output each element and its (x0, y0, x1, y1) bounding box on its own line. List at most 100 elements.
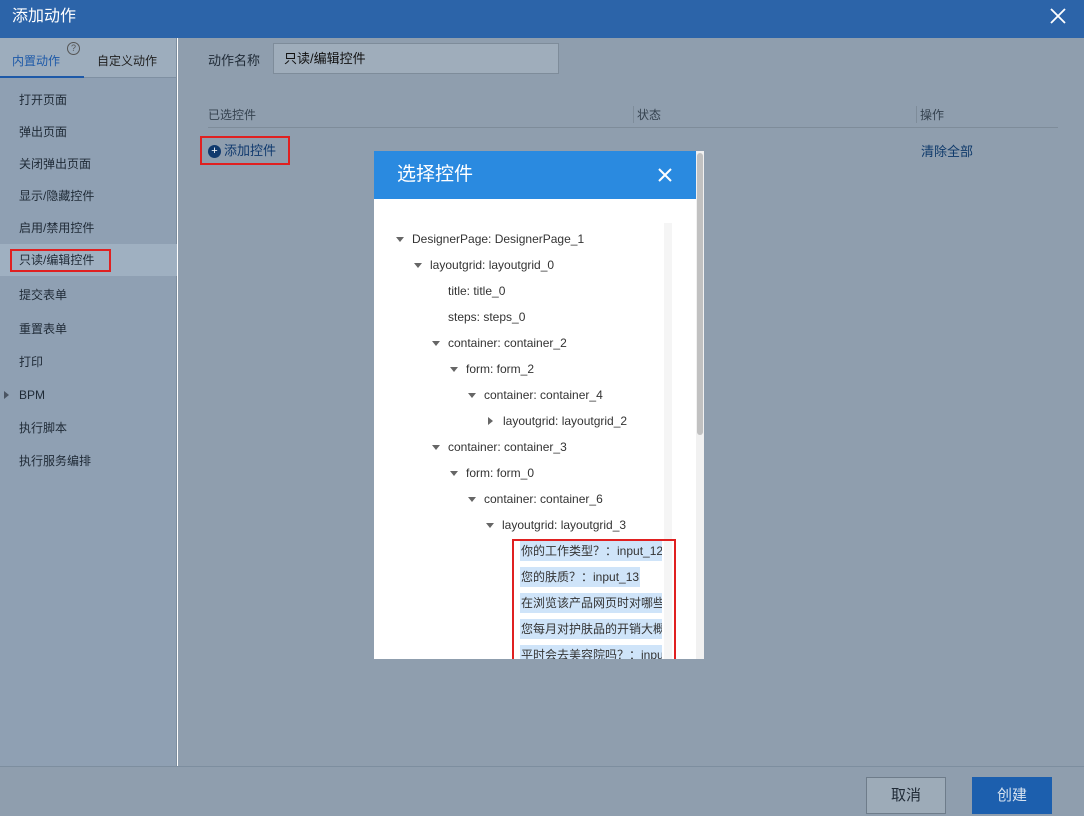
action-item-label: 打开页面 (19, 93, 68, 107)
tree-leaf-control[interactable]: 在浏览该产品网页时对哪些 (520, 593, 662, 613)
add-action-dialog: 添加动作 内置动作 ? 自定义动作 打开页面 弹出页面 关闭弹出页面 显示/隐藏… (0, 0, 1084, 816)
close-icon[interactable] (1048, 6, 1068, 26)
action-item-enable-disable[interactable]: 启用/禁用控件 (0, 212, 177, 244)
tree-node[interactable]: container: container_6 (468, 489, 603, 509)
tree-node-label: steps: steps_0 (448, 310, 526, 324)
caret-down-icon[interactable] (468, 393, 476, 398)
add-control-button[interactable]: + 添加控件 (200, 136, 290, 165)
modal-header: 选择控件 (374, 151, 696, 199)
tree-leaf-control[interactable]: 你的工作类型？：input_12 (520, 541, 662, 561)
column-status: 状态 (633, 106, 661, 123)
tree-node[interactable]: form: form_0 (450, 463, 534, 483)
tab-label: 内置动作 (12, 54, 61, 68)
tree-node-label: 您每月对护肤品的开销大概 (520, 619, 662, 639)
tree-node[interactable]: container: container_3 (432, 437, 567, 457)
caret-down-icon[interactable] (432, 341, 440, 346)
action-item-label: BPM (19, 388, 46, 402)
action-item-reset-form[interactable]: 重置表单 (0, 310, 177, 343)
clear-all-link[interactable]: 清除全部 (921, 141, 973, 160)
modal-title: 选择控件 (397, 164, 474, 185)
caret-right-icon[interactable] (488, 417, 493, 425)
plus-circle-icon: + (208, 145, 221, 158)
tree-node-label: form: form_0 (466, 466, 535, 480)
caret-down-icon[interactable] (414, 263, 422, 268)
action-item-label: 启用/禁用控件 (19, 221, 95, 235)
action-item-show-hide[interactable]: 显示/隐藏控件 (0, 180, 177, 212)
action-category-panel: 内置动作 ? 自定义动作 打开页面 弹出页面 关闭弹出页面 显示/隐藏控件 启用… (0, 38, 177, 766)
tree-node-label: container: container_4 (484, 388, 603, 402)
tree-leaf-control[interactable]: 您的肤质？：input_13 (520, 567, 641, 587)
tree-node[interactable]: container: container_4 (468, 385, 603, 405)
close-icon[interactable] (656, 166, 674, 184)
dialog-titlebar: 添加动作 (0, 0, 1084, 38)
column-selected-controls: 已选控件 (208, 108, 257, 122)
action-name-label: 动作名称 (208, 53, 261, 68)
action-item-label: 执行服务编排 (19, 454, 92, 468)
tree-node-label: 在浏览该产品网页时对哪些 (520, 593, 662, 613)
tree-node-label: 你的工作类型？：input_12 (520, 541, 662, 561)
tree-scrollbar[interactable] (664, 223, 672, 659)
action-item-submit-form[interactable]: 提交表单 (0, 276, 177, 310)
tree-node-label: layoutgrid: layoutgrid_2 (503, 414, 628, 428)
tree-node[interactable]: title: title_0 (448, 281, 505, 301)
tree-node-label: 您的肤质？：input_13 (520, 567, 641, 587)
dialog-footer: 取消 创建 (0, 766, 1084, 816)
tree-node[interactable]: form: form_2 (450, 359, 534, 379)
action-item-label: 打印 (19, 355, 44, 369)
tree-node-label: DesignerPage: DesignerPage_1 (412, 232, 585, 246)
tree-node[interactable]: container: container_2 (432, 333, 567, 353)
action-item-open-page[interactable]: 打开页面 (0, 84, 177, 116)
select-control-modal: 选择控件 DesignerPage: DesignerPage_1 layout… (374, 151, 704, 659)
tab-custom-actions[interactable]: 自定义动作 (97, 52, 157, 69)
tree-node[interactable]: DesignerPage: DesignerPage_1 (396, 229, 584, 249)
action-item-label: 弹出页面 (19, 125, 68, 139)
action-item-label: 只读/编辑控件 (19, 253, 95, 267)
cancel-button[interactable]: 取消 (866, 777, 946, 814)
action-item-label: 显示/隐藏控件 (19, 189, 95, 203)
help-icon[interactable]: ? (67, 42, 80, 55)
tree-node-label: title: title_0 (448, 284, 506, 298)
tree-node-label: layoutgrid: layoutgrid_0 (430, 258, 555, 272)
action-name-input[interactable]: 只读/编辑控件 (273, 43, 559, 74)
tab-label: 自定义动作 (97, 54, 158, 68)
action-list: 打开页面 弹出页面 关闭弹出页面 显示/隐藏控件 启用/禁用控件 只读/编辑控件… (0, 84, 177, 475)
caret-down-icon[interactable] (450, 471, 458, 476)
action-item-close-popup[interactable]: 关闭弹出页面 (0, 148, 177, 180)
action-item-label: 重置表单 (19, 322, 68, 336)
add-control-label: 添加控件 (224, 143, 277, 158)
tree-node-label: form: form_2 (466, 362, 535, 376)
action-item-label: 执行脚本 (19, 421, 68, 435)
tree-node[interactable]: layoutgrid: layoutgrid_0 (414, 255, 554, 275)
create-button[interactable]: 创建 (972, 777, 1052, 814)
action-item-label: 关闭弹出页面 (19, 157, 92, 171)
action-tabs: 内置动作 ? 自定义动作 (0, 38, 176, 78)
tree-node[interactable]: layoutgrid: layoutgrid_3 (486, 515, 626, 535)
action-item-popup-page[interactable]: 弹出页面 (0, 116, 177, 148)
caret-down-icon[interactable] (432, 445, 440, 450)
expand-arrow-icon[interactable] (4, 391, 9, 399)
action-item-bpm[interactable]: BPM (0, 376, 177, 409)
action-item-label: 提交表单 (19, 288, 68, 302)
tree-node-label: container: container_6 (484, 492, 603, 506)
caret-down-icon[interactable] (468, 497, 476, 502)
modal-scrollbar[interactable] (696, 151, 704, 659)
column-actions: 操作 (916, 106, 944, 123)
action-item-run-script[interactable]: 执行脚本 (0, 409, 177, 442)
caret-down-icon[interactable] (450, 367, 458, 372)
action-item-service-orchestration[interactable]: 执行服务编排 (0, 442, 177, 475)
action-item-print[interactable]: 打印 (0, 343, 177, 376)
selected-controls-table-header: 已选控件 状态 操作 (208, 104, 1058, 128)
tree-node[interactable]: layoutgrid: layoutgrid_2 (487, 411, 627, 431)
tree-node-label: layoutgrid: layoutgrid_3 (502, 518, 627, 532)
tree-node-label: 平时会去美容院吗？：input (520, 645, 662, 659)
tree-leaf-control[interactable]: 您每月对护肤品的开销大概 (520, 619, 662, 639)
dialog-title: 添加动作 (12, 8, 77, 25)
tree-node-label: container: container_3 (448, 440, 567, 454)
tree-node[interactable]: steps: steps_0 (448, 307, 525, 327)
tree-node-label: container: container_2 (448, 336, 567, 350)
caret-down-icon[interactable] (486, 523, 494, 528)
modal-scrollbar-thumb[interactable] (697, 153, 703, 435)
tree-leaf-control[interactable]: 平时会去美容院吗？：input (520, 645, 662, 659)
caret-down-icon[interactable] (396, 237, 404, 242)
action-item-readonly-edit[interactable]: 只读/编辑控件 (0, 244, 177, 276)
